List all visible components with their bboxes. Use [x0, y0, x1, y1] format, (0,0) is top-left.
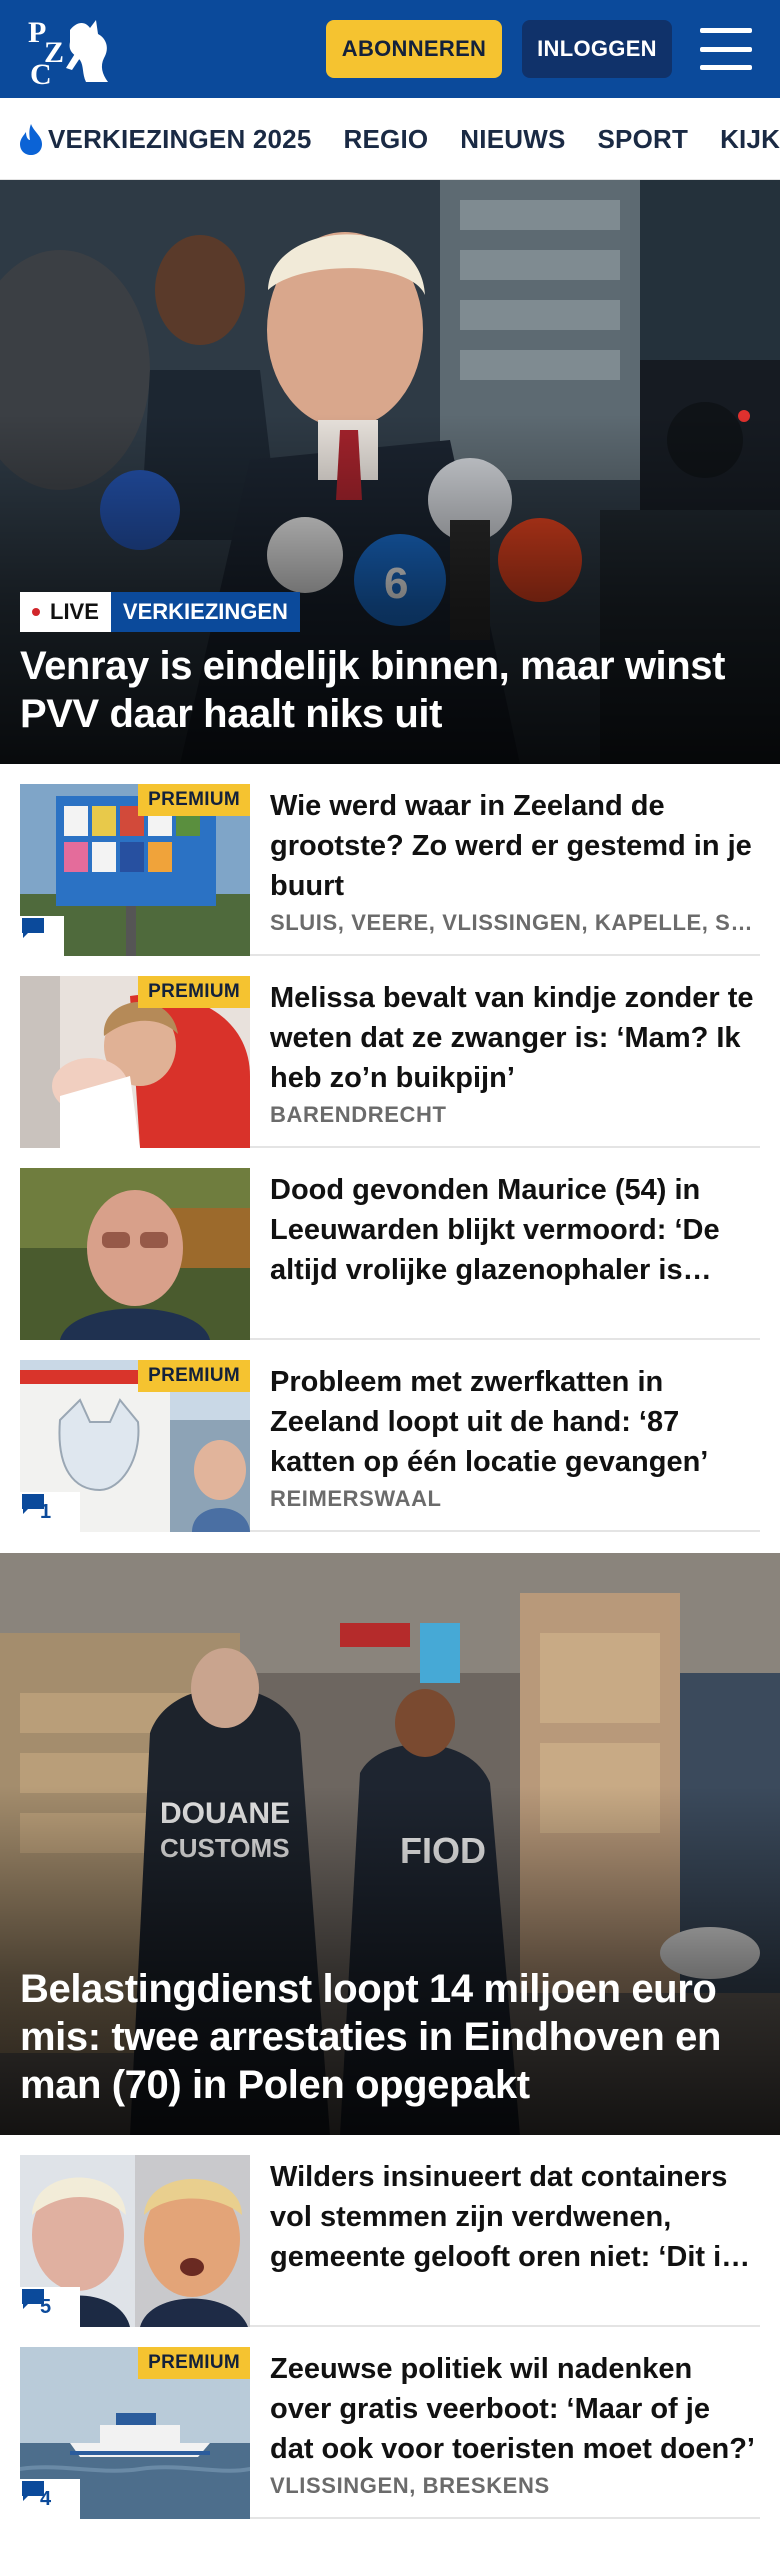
category-badge[interactable]: VERKIEZINGEN: [110, 592, 300, 632]
article-thumbnail: [20, 1168, 250, 1340]
comment-count[interactable]: 1: [20, 1492, 80, 1532]
hero-headline[interactable]: Venray is eindelijk binnen, maar winst P…: [20, 642, 760, 738]
list-item[interactable]: PREMIUM 4 Zeeuwse politiek wil nadenken …: [20, 2327, 760, 2519]
hamburger-menu-icon[interactable]: [700, 28, 752, 70]
article-thumbnail: PREMIUM 4: [20, 2347, 250, 2519]
hero-tags: LIVE VERKIEZINGEN: [20, 592, 300, 632]
login-button[interactable]: INLOGGEN: [522, 20, 672, 78]
hero-article-election[interactable]: 6 LIVE VERKIEZINGEN Venray is eindelijk …: [0, 180, 780, 764]
nav-item-sport[interactable]: SPORT: [598, 124, 689, 155]
premium-badge: PREMIUM: [138, 784, 250, 816]
article-thumbnail: PREMIUM 1: [20, 1360, 250, 1532]
article-location: REIMERSWAAL: [270, 1486, 442, 1511]
comment-icon: [22, 2481, 44, 2501]
premium-badge: PREMIUM: [138, 976, 250, 1008]
hero-article-customs[interactable]: DOUANE CUSTOMS FIOD Belastingdienst loop…: [0, 1553, 780, 2135]
article-title[interactable]: Melissa bevalt van kindje zonder te wete…: [270, 978, 760, 1098]
premium-badge: PREMIUM: [138, 1360, 250, 1392]
article-thumbnail: PREMIUM: [20, 784, 250, 956]
list-item[interactable]: PREMIUM 1 Probleem met zwerfkatten in Ze…: [20, 1340, 760, 1532]
article-title[interactable]: Wilders insinueert dat containers vol st…: [270, 2157, 760, 2277]
top-bar: P Z C ABONNEREN INLOGGEN: [0, 0, 780, 98]
section-nav: VERKIEZINGEN 2025 REGIO NIEUWS SPORT KIJ…: [0, 98, 780, 180]
article-title[interactable]: Wie werd waar in Zeeland de grootste? Zo…: [270, 786, 760, 906]
article-location: BARENDRECHT: [270, 1102, 447, 1127]
article-thumbnail: 5: [20, 2155, 250, 2327]
subscribe-button[interactable]: ABONNEREN: [326, 20, 502, 78]
hero-headline[interactable]: Belastingdienst loopt 14 miljoen euro mi…: [20, 1965, 760, 2109]
article-title[interactable]: Probleem met zwerfkatten in Zeeland loop…: [270, 1362, 760, 1482]
comment-icon: [22, 918, 44, 938]
article-thumbnail: PREMIUM: [20, 976, 250, 1148]
flame-icon: [20, 124, 42, 155]
live-dot-icon: [32, 608, 40, 616]
comment-icon: [22, 2289, 44, 2309]
pzc-logo[interactable]: P Z C: [26, 12, 112, 86]
article-location: SLUIS, VEERE, VLISSINGEN, KAPELLE, SCHOU…: [270, 910, 760, 935]
nav-item-verkiezingen[interactable]: VERKIEZINGEN 2025: [16, 122, 312, 156]
portrait-man-photo: [20, 1168, 250, 1340]
svg-text:C: C: [30, 58, 52, 86]
live-badge: LIVE: [20, 592, 111, 632]
nav-item-kijk[interactable]: KIJK: [720, 124, 780, 155]
article-title[interactable]: Dood gevonden Maurice (54) in Leeuwarden…: [270, 1170, 760, 1290]
comment-count[interactable]: 4: [20, 2479, 80, 2519]
comment-icon: [22, 1494, 44, 1514]
comment-count[interactable]: 5: [20, 2287, 80, 2327]
article-title[interactable]: Zeeuwse politiek wil nadenken over grati…: [270, 2349, 760, 2469]
list-item[interactable]: Dood gevonden Maurice (54) in Leeuwarden…: [20, 1148, 760, 1340]
article-location: VLISSINGEN, BRESKENS: [270, 2473, 550, 2498]
nav-item-regio[interactable]: REGIO: [344, 124, 429, 155]
list-item[interactable]: PREMIUM Melissa bevalt van kindje zonder…: [20, 956, 760, 1148]
comment-count[interactable]: [20, 916, 64, 956]
nav-item-nieuws[interactable]: NIEUWS: [460, 124, 565, 155]
list-item[interactable]: PREMIUM Wie werd waar in Zeeland de groo…: [20, 764, 760, 956]
premium-badge: PREMIUM: [138, 2347, 250, 2379]
list-item[interactable]: 5 Wilders insinueert dat containers vol …: [20, 2135, 760, 2327]
